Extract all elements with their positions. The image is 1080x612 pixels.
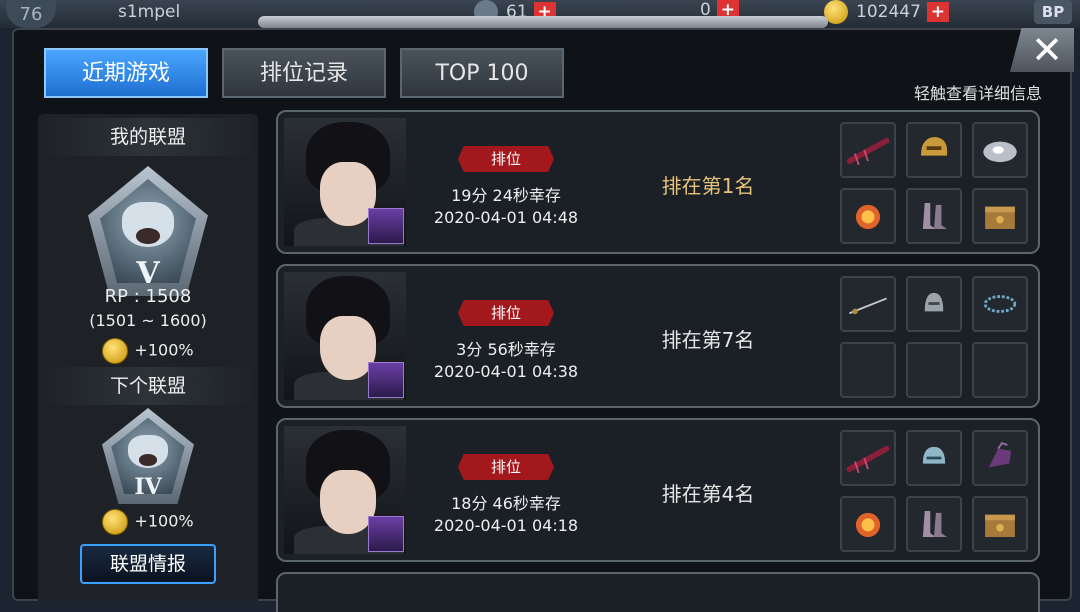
fire-orb-icon (840, 496, 896, 552)
disc-icon (972, 122, 1028, 178)
next-league-title: 下个联盟 (38, 367, 258, 405)
bp-button[interactable]: BP (1034, 0, 1072, 24)
character-portrait (284, 272, 406, 400)
match-rank: 排在第4名 (661, 482, 755, 506)
character-portrait (284, 118, 406, 246)
next-league-bonus-value: +100% (134, 511, 194, 531)
player-name: s1mpel (118, 2, 181, 22)
boots-icon (906, 496, 962, 552)
helmet-icon (906, 430, 962, 486)
next-league-badge: IV (102, 408, 194, 504)
mode-badge: 排位 (458, 454, 554, 480)
next-league-tier: IV (134, 474, 162, 501)
survival-time: 3分 56秒幸存 (456, 340, 556, 359)
empty-slot (972, 342, 1028, 398)
match-rank: 排在第7名 (661, 328, 755, 352)
bracelet-icon (972, 276, 1028, 332)
gold-coin-icon (102, 509, 129, 535)
item-grid (840, 272, 1032, 400)
empty-slot (906, 342, 962, 398)
gold-value: 102447 (856, 2, 921, 22)
gold-resource: 102447 + (824, 0, 949, 24)
tap-hint: 轻触查看详细信息 (913, 84, 1042, 103)
rp-range: (1501 ~ 1600) (89, 311, 207, 330)
match-date: 2020-04-01 04:38 (433, 362, 579, 381)
league-info-button[interactable]: 联盟情报 (80, 544, 216, 584)
match-rank: 排在第1名 (661, 174, 755, 198)
tab-ranked-records[interactable]: 排位记录 (222, 48, 386, 98)
match-date: 2020-04-01 04:18 (433, 516, 579, 535)
skill-tag-icon (368, 208, 404, 244)
match-card[interactable]: 排位 18分 46秒幸存 2020-04-01 04:18 排在第4名 (276, 418, 1040, 562)
close-icon: ✕ (1031, 28, 1063, 72)
item-grid (840, 118, 1032, 246)
boots-icon (906, 188, 962, 244)
match-date: 2020-04-01 04:48 (433, 208, 579, 227)
skill-tag-icon (368, 362, 404, 398)
my-league-title: 我的联盟 (38, 118, 258, 156)
empty-slot (840, 342, 896, 398)
player-level: 76 (6, 0, 56, 28)
gauntlet-icon (972, 430, 1028, 486)
my-league-bonus: +100% (38, 338, 258, 364)
rapier-icon (840, 276, 896, 332)
next-league-bonus: +100% (38, 509, 258, 535)
survival-time: 18分 46秒幸存 (451, 494, 561, 513)
tab-recent-games[interactable]: 近期游戏 (44, 48, 208, 98)
match-card[interactable]: 排位 19分 24秒幸存 2020-04-01 04:48 排在第1名 (276, 110, 1040, 254)
match-card-partial[interactable] (276, 572, 1040, 612)
my-league-badge: V (88, 166, 208, 296)
mode-badge: 排位 (458, 146, 554, 172)
mode-badge: 排位 (458, 300, 554, 326)
fire-orb-icon (840, 188, 896, 244)
tab-top-100[interactable]: TOP 100 (400, 48, 564, 98)
helmet-icon (906, 276, 962, 332)
survival-time: 19分 24秒幸存 (451, 186, 561, 205)
helmet-icon (906, 122, 962, 178)
item-grid (840, 426, 1032, 554)
crossbow-icon (840, 430, 896, 486)
match-card[interactable]: 排位 3分 56秒幸存 2020-04-01 04:38 排在第7名 (276, 264, 1040, 408)
add-gold-button[interactable]: + (926, 2, 949, 22)
character-portrait (284, 426, 406, 554)
panel-drag-handle (258, 16, 828, 28)
gold-coin-icon (102, 338, 129, 364)
crate-icon (972, 188, 1028, 244)
crate-icon (972, 496, 1028, 552)
rp-value: RP : 1508 (104, 286, 192, 307)
my-league-bonus-value: +100% (134, 340, 194, 360)
crossbow-icon (840, 122, 896, 178)
skill-tag-icon (368, 516, 404, 552)
league-panel: 我的联盟 V RP : 1508 (1501 ~ 1600) +100% 下个联… (38, 114, 258, 601)
